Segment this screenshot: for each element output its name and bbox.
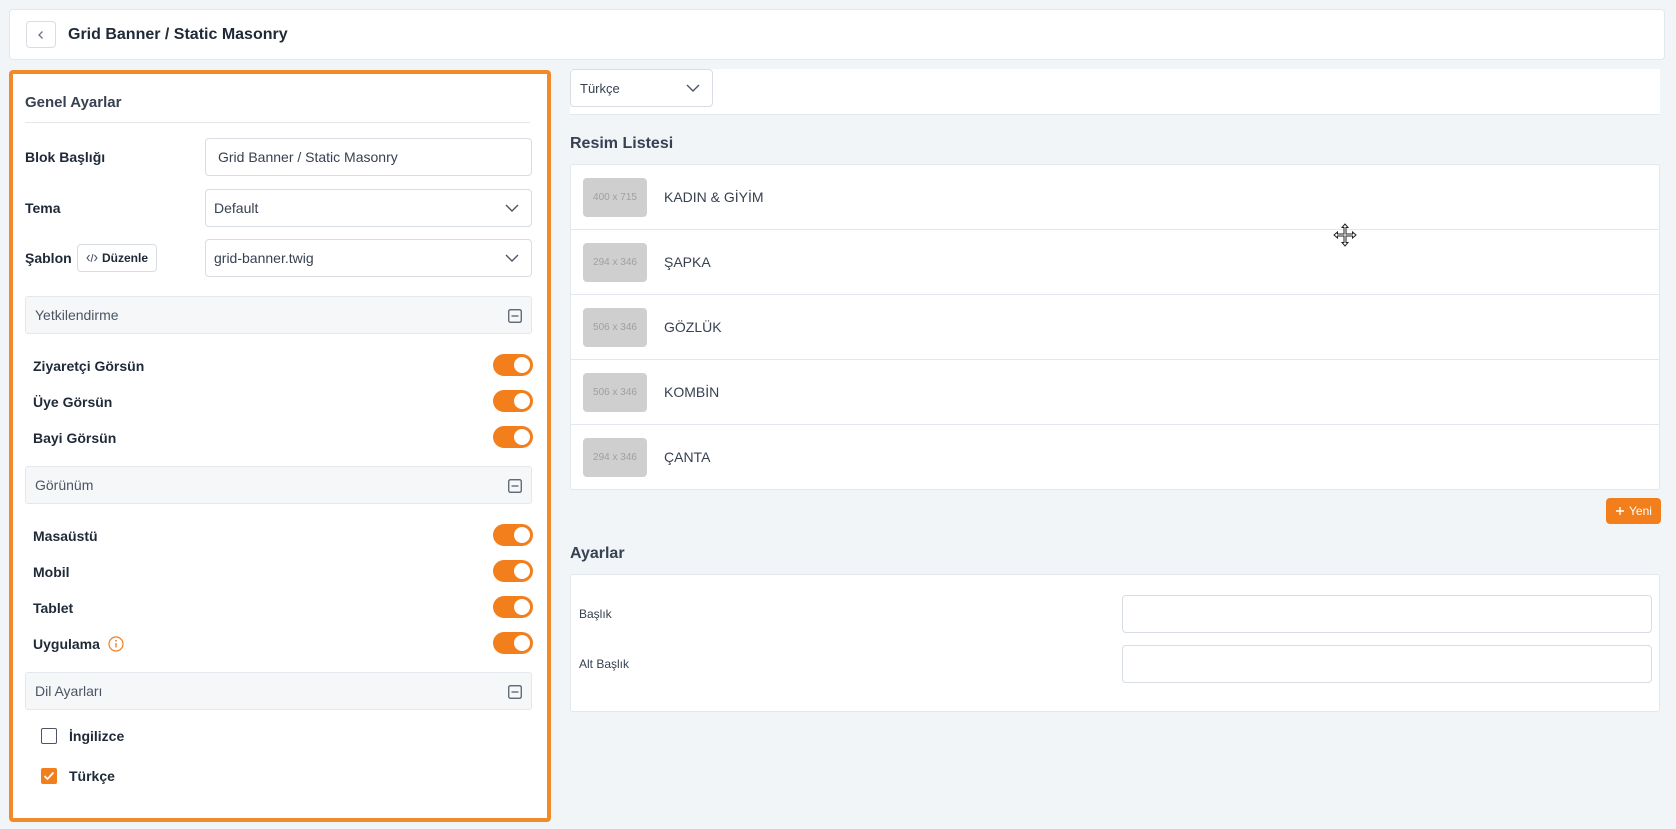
block-title-input[interactable]	[205, 138, 532, 176]
visitor-toggle[interactable]	[493, 354, 533, 376]
image-thumbnail: 294 x 346	[583, 438, 647, 477]
title-label: Başlık	[579, 607, 612, 621]
toggle-row-visitor: Ziyaretçi Görsün	[33, 354, 533, 378]
toggle-label: Tablet	[33, 600, 74, 616]
minus-square-icon	[508, 479, 522, 493]
template-select[interactable]: grid-banner.twig	[205, 239, 532, 277]
top-bar: Grid Banner / Static Masonry	[9, 9, 1665, 60]
settings-box: Başlık Alt Başlık	[570, 574, 1660, 712]
app-toggle[interactable]	[493, 632, 533, 654]
back-button[interactable]	[26, 21, 56, 48]
theme-label: Tema	[25, 200, 61, 216]
tablet-toggle[interactable]	[493, 596, 533, 618]
template-select-value: grid-banner.twig	[214, 250, 314, 266]
desktop-toggle[interactable]	[493, 524, 533, 546]
view-title: Görünüm	[35, 477, 94, 493]
move-icon	[1333, 223, 1357, 247]
image-list-item[interactable]: 294 x 346 ŞAPKA	[571, 230, 1659, 295]
image-item-label: ÇANTA	[664, 449, 711, 465]
chevron-down-icon	[686, 84, 700, 92]
language-select[interactable]: Türkçe	[570, 69, 713, 107]
toggle-label: Mobil	[33, 564, 70, 580]
toggle-row-tablet: Tablet	[33, 596, 533, 620]
subtitle-label: Alt Başlık	[579, 657, 630, 671]
settings-title: Ayarlar	[570, 545, 625, 562]
check-label: Türkçe	[69, 768, 115, 784]
info-circle-icon[interactable]	[108, 636, 124, 652]
page-title: Grid Banner / Static Masonry	[68, 25, 288, 43]
minus-square-icon	[508, 685, 522, 699]
template-label: Şablon	[25, 250, 72, 266]
new-button-label: Yeni	[1629, 504, 1652, 518]
check-row-turkish: Türkçe	[41, 767, 115, 785]
image-list-item[interactable]: 506 x 346 GÖZLÜK	[571, 295, 1659, 360]
image-item-label: GÖZLÜK	[664, 319, 722, 335]
toggle-label: Masaüstü	[33, 528, 98, 544]
english-checkbox[interactable]	[41, 728, 57, 744]
template-row: Şablon Düzenle grid-banner.twig	[25, 239, 535, 277]
panel-title: Genel Ayarlar	[25, 94, 122, 111]
image-item-label: ŞAPKA	[664, 254, 711, 270]
toggle-label: Ziyaretçi Görsün	[33, 358, 145, 374]
theme-select-value: Default	[214, 200, 259, 216]
code-icon	[86, 253, 98, 263]
minus-square-icon	[508, 309, 522, 323]
authorization-section-header[interactable]: Yetkilendirme	[25, 296, 532, 334]
toggle-label-wrap: Uygulama	[33, 636, 124, 652]
edit-template-button[interactable]: Düzenle	[77, 244, 158, 272]
image-list-item[interactable]: 294 x 346 ÇANTA	[571, 425, 1659, 490]
image-list: 400 x 715 KADIN & GİYİM 294 x 346 ŞAPKA …	[570, 164, 1660, 490]
language-strip: Türkçe	[570, 69, 1660, 115]
edit-button-label: Düzenle	[102, 251, 149, 265]
language-section-header[interactable]: Dil Ayarları	[25, 672, 532, 710]
toggle-row-dealer: Bayi Görsün	[33, 426, 533, 450]
turkish-checkbox[interactable]	[41, 768, 57, 784]
chevron-down-icon	[505, 204, 519, 212]
check-label: İngilizce	[69, 728, 125, 744]
image-thumbnail: 400 x 715	[583, 178, 647, 217]
toggle-label: Bayi Görsün	[33, 430, 117, 446]
image-list-item[interactable]: 506 x 346 KOMBİN	[571, 360, 1659, 425]
image-list-item[interactable]: 400 x 715 KADIN & GİYİM	[571, 165, 1659, 230]
toggle-row-member: Üye Görsün	[33, 390, 533, 414]
language-select-value: Türkçe	[580, 80, 620, 96]
member-toggle[interactable]	[493, 390, 533, 412]
view-section-header[interactable]: Görünüm	[25, 466, 532, 504]
plus-icon	[1616, 507, 1625, 515]
block-title-label: Blok Başlığı	[25, 149, 106, 165]
block-title-row: Blok Başlığı	[25, 138, 535, 176]
theme-row: Tema Default	[25, 189, 535, 227]
theme-select[interactable]: Default	[205, 189, 532, 227]
toggle-label: Üye Görsün	[33, 394, 113, 410]
dealer-toggle[interactable]	[493, 426, 533, 448]
check-icon	[43, 771, 55, 781]
chevron-left-icon	[38, 30, 43, 39]
subtitle-input[interactable]	[1122, 645, 1652, 683]
mobile-toggle[interactable]	[493, 560, 533, 582]
title-input[interactable]	[1122, 595, 1652, 633]
toggle-row-app: Uygulama	[33, 632, 533, 656]
image-thumbnail: 294 x 346	[583, 243, 647, 282]
authorization-title: Yetkilendirme	[35, 307, 119, 323]
chevron-down-icon	[505, 254, 519, 262]
general-settings-panel: Genel Ayarlar Blok Başlığı Tema Default …	[9, 70, 551, 822]
image-list-title: Resim Listesi	[570, 135, 674, 152]
image-item-label: KOMBİN	[664, 384, 720, 400]
image-item-label: KADIN & GİYİM	[664, 189, 764, 205]
check-row-english: İngilizce	[41, 727, 124, 745]
language-settings-title: Dil Ayarları	[35, 683, 103, 699]
add-new-button[interactable]: Yeni	[1606, 498, 1661, 524]
toggle-row-mobile: Mobil	[33, 560, 533, 584]
divider	[25, 122, 530, 123]
toggle-label: Uygulama	[33, 636, 100, 652]
image-thumbnail: 506 x 346	[583, 373, 647, 412]
toggle-row-desktop: Masaüstü	[33, 524, 533, 548]
image-thumbnail: 506 x 346	[583, 308, 647, 347]
